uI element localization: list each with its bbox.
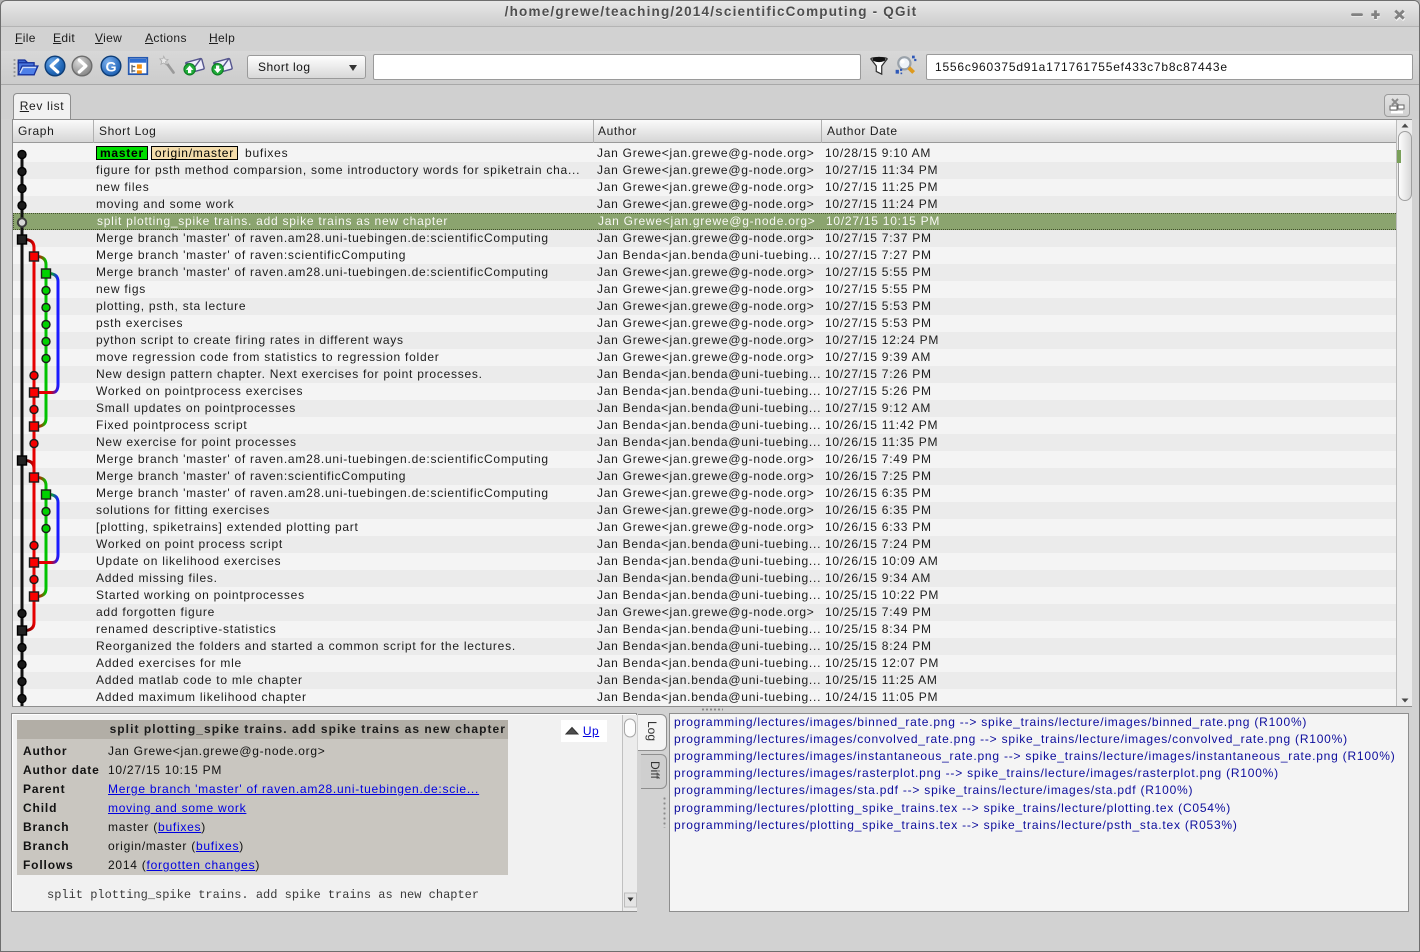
svg-text:G: G <box>105 59 116 75</box>
